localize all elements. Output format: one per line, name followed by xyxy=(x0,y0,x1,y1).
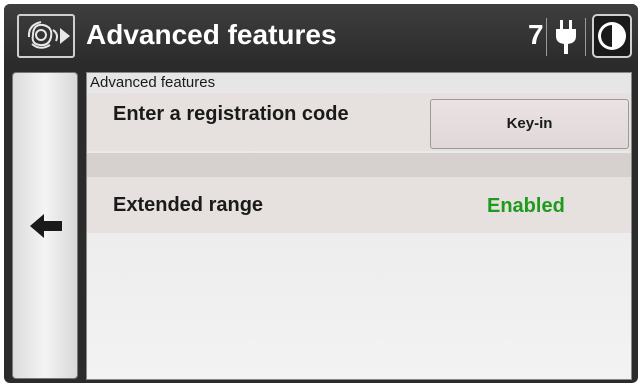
extended-range-status: Enabled xyxy=(487,195,565,217)
key-in-button[interactable]: Key-in xyxy=(430,99,629,149)
back-button[interactable] xyxy=(12,72,78,379)
content-panel: Advanced features Enter a registration c… xyxy=(86,72,632,380)
registration-row: Enter a registration code Key-in xyxy=(87,93,631,151)
rose-logo-icon[interactable] xyxy=(17,14,75,58)
contrast-icon[interactable] xyxy=(592,14,632,58)
device-screen: Advanced features 7 Advanced features En… xyxy=(4,4,638,383)
left-arrow-icon xyxy=(30,214,62,238)
extended-range-row[interactable]: Extended range Enabled xyxy=(87,177,631,233)
page-title: Advanced features xyxy=(86,19,337,50)
power-plug-icon xyxy=(556,20,576,54)
row-divider xyxy=(87,153,631,177)
panel-title: Advanced features xyxy=(90,74,216,91)
extended-range-label: Extended range xyxy=(113,194,264,216)
title-divider xyxy=(585,18,586,56)
count-indicator: 7 xyxy=(528,19,544,50)
title-divider xyxy=(546,18,547,56)
registration-label: Enter a registration code xyxy=(113,103,349,125)
title-bar: Advanced features 7 xyxy=(4,4,638,68)
